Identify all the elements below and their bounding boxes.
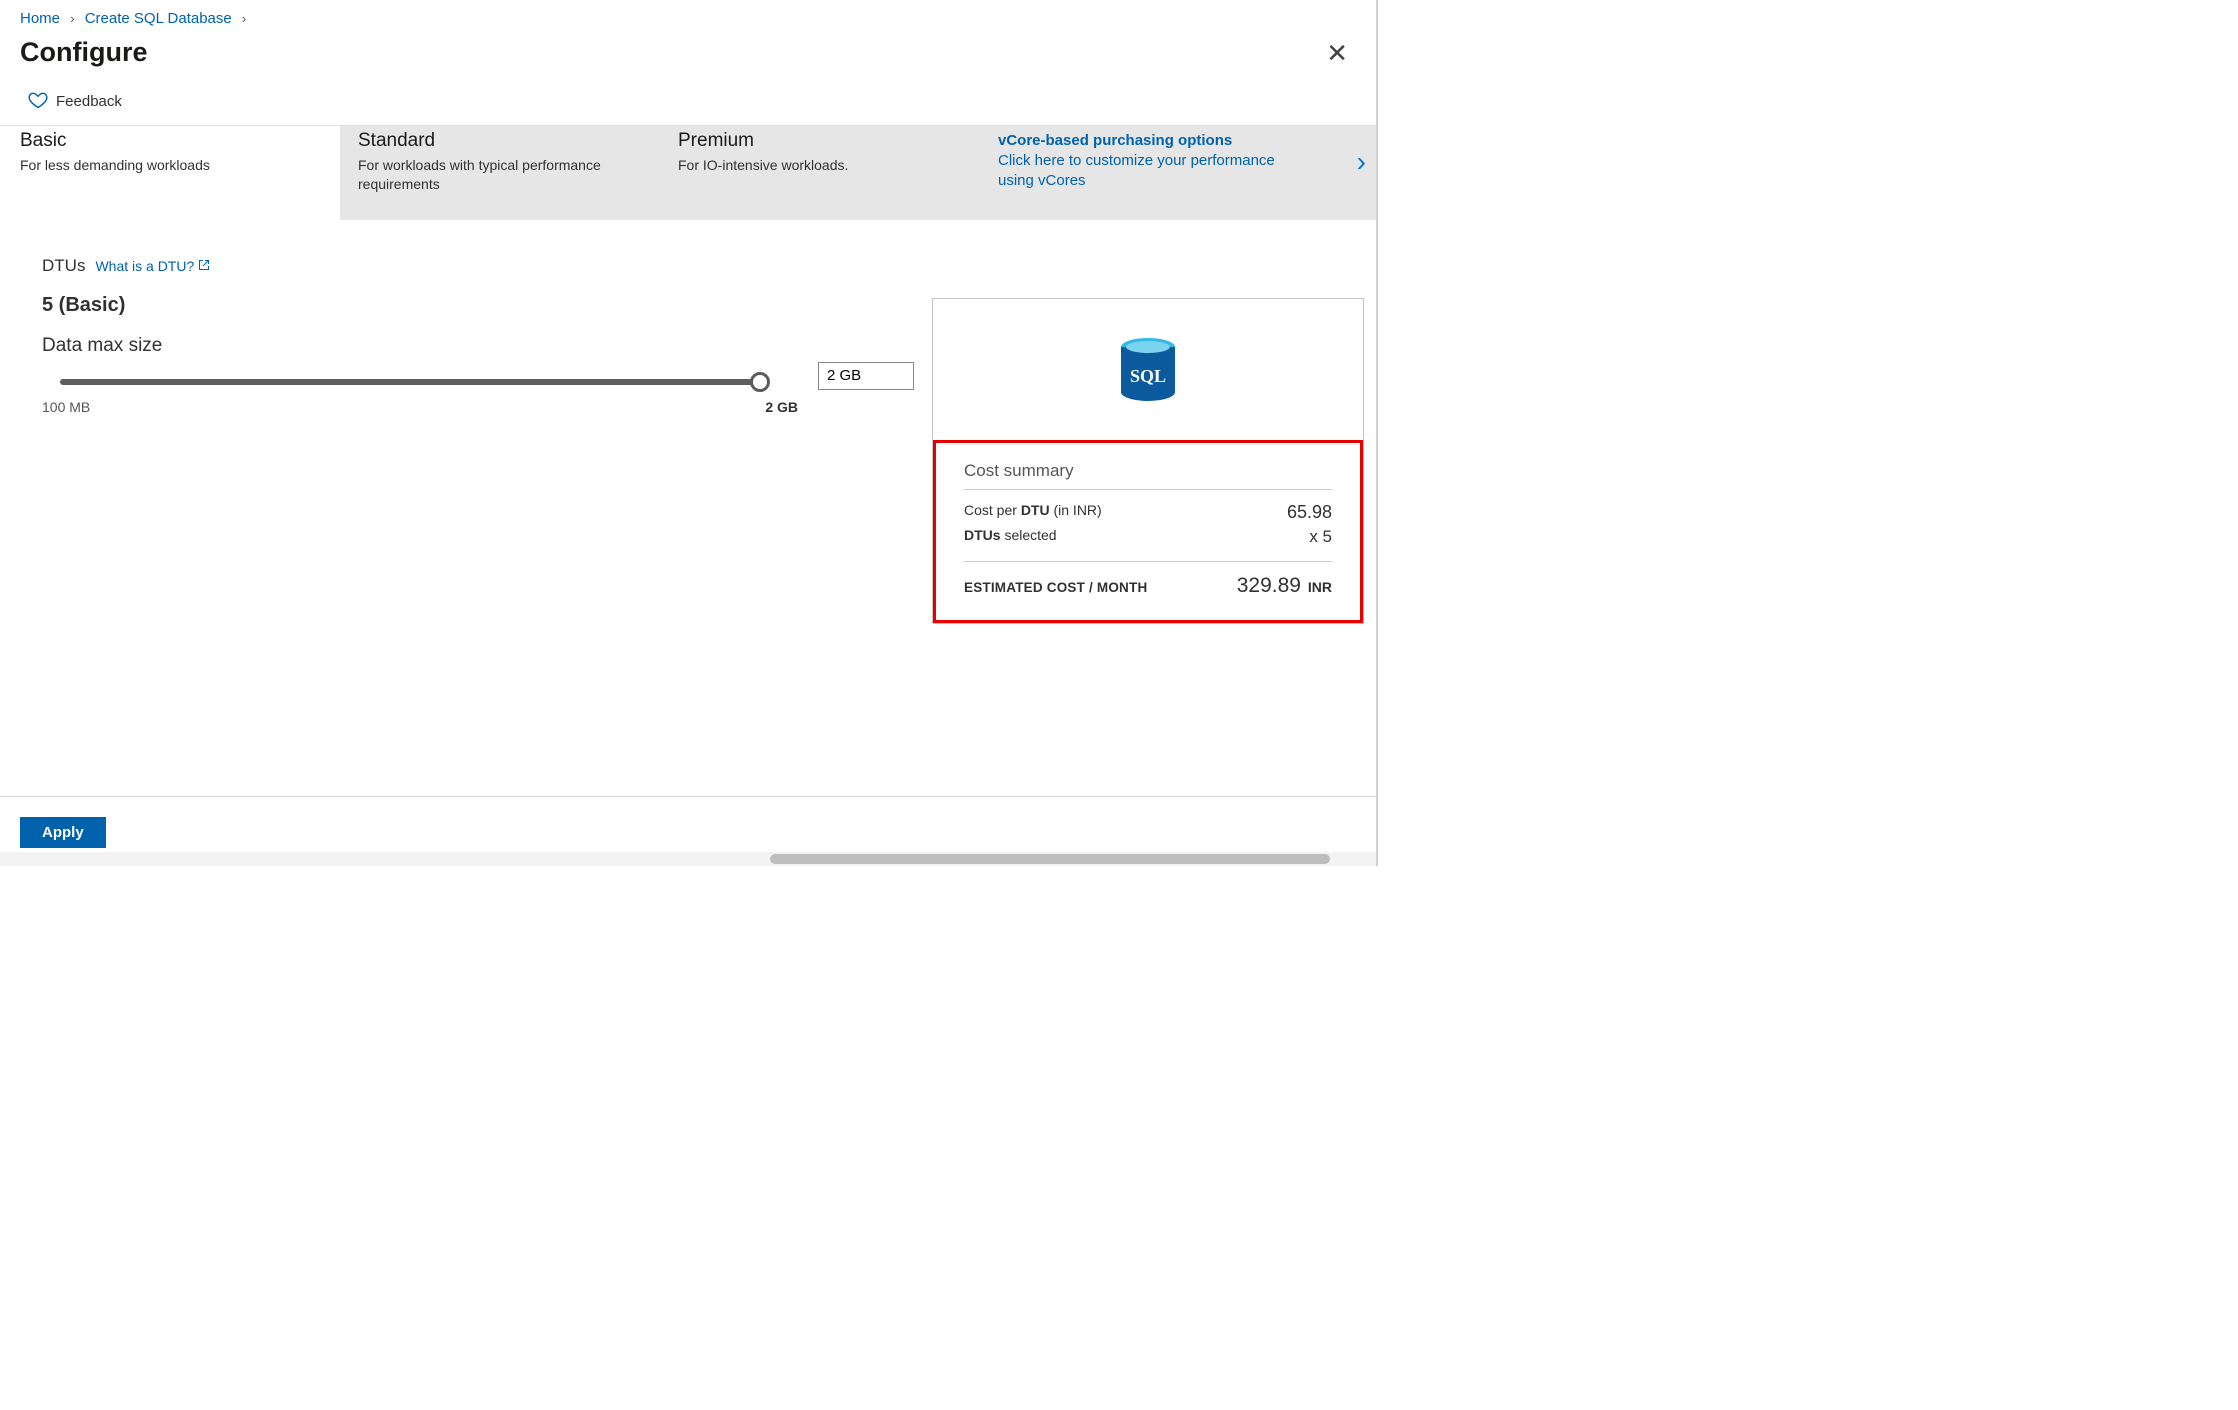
what-is-dtu-text: What is a DTU? — [95, 258, 194, 274]
tier-standard-title: Standard — [358, 130, 642, 152]
breadcrumb-home[interactable]: Home — [20, 10, 60, 27]
cost-summary-title: Cost summary — [964, 461, 1332, 481]
breadcrumb-create-sql[interactable]: Create SQL Database — [85, 10, 232, 27]
feedback-link[interactable]: Feedback — [0, 78, 1376, 126]
estimated-cost-label: ESTIMATED COST / MONTH — [964, 580, 1147, 595]
svg-text:SQL: SQL — [1130, 366, 1166, 386]
tier-premium-desc: For IO-intensive workloads. — [678, 156, 928, 175]
close-button[interactable]: ✕ — [1326, 40, 1348, 66]
dtus-selected-value: x 5 — [1309, 527, 1332, 547]
apply-button[interactable]: Apply — [20, 817, 106, 848]
tier-basic[interactable]: Basic For less demanding workloads — [20, 126, 340, 220]
dtus-label: DTUs — [42, 256, 85, 276]
tier-standard-desc: For workloads with typical performance r… — [358, 156, 608, 194]
feedback-label: Feedback — [56, 93, 122, 110]
dtus-selected-label: DTUs selected — [964, 527, 1057, 547]
page-title: Configure — [20, 37, 148, 68]
close-icon: ✕ — [1326, 38, 1348, 68]
vcore-text: Click here to customize your performance… — [998, 151, 1288, 192]
tier-vcore-link[interactable]: vCore-based purchasing options Click her… — [980, 126, 1376, 220]
vcore-heading: vCore-based purchasing options — [998, 132, 1288, 149]
breadcrumb-separator: › — [70, 11, 74, 26]
cost-summary-card: SQL Cost summary Cost per DTU (in INR) 6… — [932, 298, 1364, 624]
heart-icon — [28, 90, 48, 113]
estimated-cost-currency: INR — [1308, 579, 1332, 595]
tier-premium[interactable]: Premium For IO-intensive workloads. — [660, 126, 980, 220]
what-is-dtu-link[interactable]: What is a DTU? — [95, 258, 210, 274]
data-max-size-slider[interactable] — [60, 379, 760, 385]
tier-basic-title: Basic — [20, 130, 322, 152]
scrollbar-thumb[interactable] — [770, 854, 1330, 864]
divider — [964, 561, 1332, 562]
horizontal-scrollbar[interactable] — [0, 852, 1376, 866]
breadcrumb-separator: › — [242, 11, 246, 26]
tier-premium-title: Premium — [678, 130, 962, 152]
cost-per-dtu-value: 65.98 — [1287, 502, 1332, 523]
divider — [964, 489, 1332, 490]
cost-per-dtu-label: Cost per DTU (in INR) — [964, 502, 1102, 523]
cost-summary-highlight: Cost summary Cost per DTU (in INR) 65.98… — [933, 440, 1363, 623]
slider-min-label: 100 MB — [42, 399, 90, 415]
tier-standard[interactable]: Standard For workloads with typical perf… — [340, 126, 660, 220]
sql-icon: SQL — [961, 337, 1335, 414]
chevron-right-icon: › — [1357, 146, 1366, 178]
external-link-icon — [198, 258, 210, 274]
slider-thumb[interactable] — [750, 372, 770, 392]
tier-basic-desc: For less demanding workloads — [20, 156, 270, 175]
slider-max-label: 2 GB — [765, 399, 798, 415]
estimated-cost-value: 329.89 — [1237, 574, 1301, 597]
data-max-size-input[interactable] — [818, 362, 914, 390]
breadcrumb: Home › Create SQL Database › — [0, 0, 1376, 33]
